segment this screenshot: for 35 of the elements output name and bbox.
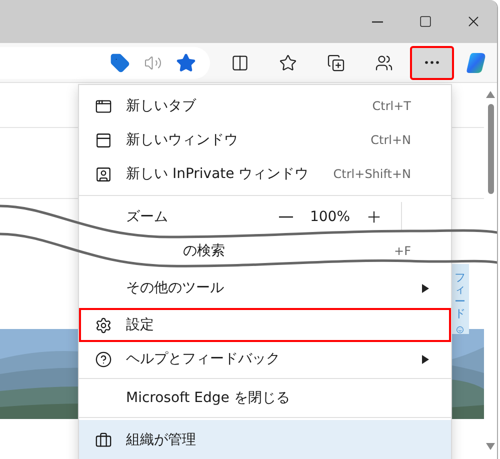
menu-item[interactable]: 新しいタブ Ctrl+T <box>79 89 451 123</box>
menu-item[interactable]: 新しい InPrivate ウィンドウ Ctrl+Shift+N <box>79 157 451 191</box>
people-icon <box>375 54 393 72</box>
menu-item[interactable]: Microsoft Edge を閉じる <box>79 381 451 415</box>
star-outline-icon <box>279 54 297 72</box>
minus-icon <box>279 216 293 218</box>
submenu-caret-icon <box>422 284 429 292</box>
menu-item[interactable]: の検索 +F <box>79 234 451 268</box>
menu-item[interactable]: その他のツール <box>79 268 451 308</box>
zoom-level: 100% <box>308 209 352 225</box>
private-window-icon <box>95 166 112 182</box>
columns-icon <box>231 54 249 72</box>
managed-item[interactable]: 組織が管理 <box>79 420 451 459</box>
address-bar[interactable] <box>0 46 210 78</box>
briefcase-icon <box>95 432 112 448</box>
help-icon <box>95 350 112 368</box>
submenu-caret-icon <box>422 354 429 364</box>
settings-icon <box>95 316 112 334</box>
tab-window-icon <box>95 98 112 114</box>
scroll-down-icon[interactable] <box>486 443 495 450</box>
minimize-icon <box>372 20 382 22</box>
speaker-icon[interactable] <box>144 54 162 72</box>
zoom-label: ズーム <box>126 208 169 226</box>
maximize-icon <box>418 15 432 28</box>
star-icon[interactable] <box>176 52 196 72</box>
menu-item[interactable]: 新しいウィンドウ Ctrl+N <box>79 123 451 157</box>
window-icon <box>95 132 112 148</box>
ellipsis-icon <box>425 61 439 64</box>
menu-item[interactable]: ヘルプとフィードバック <box>79 342 451 376</box>
scroll-up-icon[interactable] <box>486 91 495 98</box>
tag-icon[interactable] <box>110 52 130 72</box>
copy-plus-icon <box>327 54 345 72</box>
menu-item[interactable]: 設定 <box>79 308 451 342</box>
feedback-label: フィード <box>454 272 466 320</box>
logo-icon[interactable] <box>464 50 488 74</box>
